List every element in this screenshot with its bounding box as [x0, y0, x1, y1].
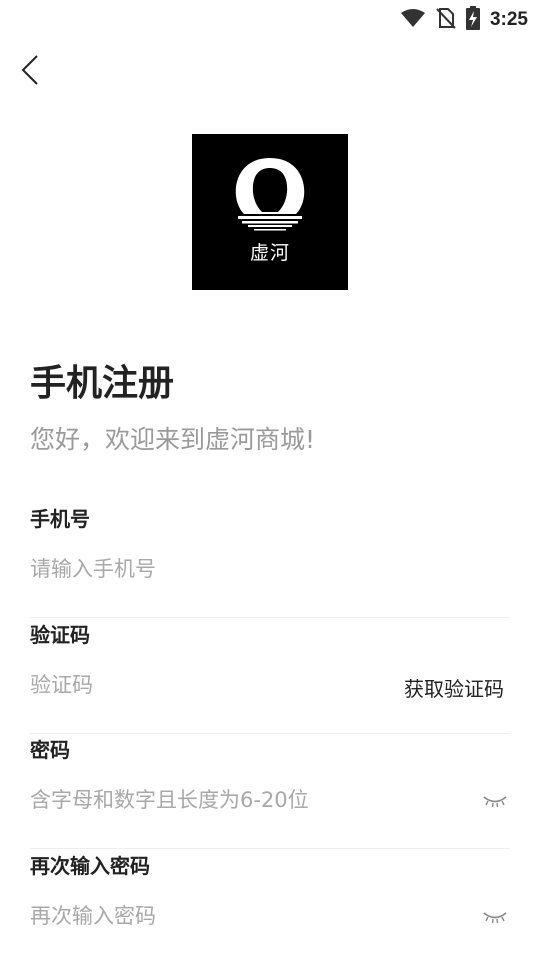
password-visibility-toggle[interactable] — [482, 792, 508, 812]
no-sim-icon — [436, 7, 456, 33]
code-field: 验证码 获取验证码 — [30, 619, 510, 734]
status-time: 3:25 — [489, 9, 528, 30]
confirm-password-visibility-toggle[interactable] — [482, 908, 508, 928]
eye-closed-icon — [483, 909, 507, 928]
confirm-password-label: 再次输入密码 — [30, 854, 150, 878]
confirm-password-input[interactable] — [30, 896, 410, 936]
confirm-password-field: 再次输入密码 — [30, 850, 510, 960]
phone-label: 手机号 — [30, 507, 90, 531]
code-input[interactable] — [30, 665, 350, 705]
back-button[interactable] — [14, 54, 46, 90]
password-field: 密码 — [30, 734, 510, 849]
status-bar: 3:25 — [0, 0, 540, 36]
logo-text: 虚河 — [249, 242, 290, 264]
password-input[interactable] — [30, 780, 410, 820]
phone-input[interactable] — [30, 549, 410, 589]
code-label: 验证码 — [30, 623, 90, 647]
wifi-icon — [400, 8, 426, 32]
battery-charging-icon — [465, 6, 480, 34]
get-code-button[interactable]: 获取验证码 — [404, 673, 504, 702]
brand-logo-icon — [192, 158, 348, 294]
password-label: 密码 — [30, 738, 70, 762]
brand-logo — [192, 134, 348, 290]
page-subtitle: 您好，欢迎来到虚河商城! — [30, 425, 316, 454]
chevron-left-icon — [21, 54, 39, 90]
phone-field: 手机号 — [30, 503, 510, 618]
eye-closed-icon — [483, 793, 507, 812]
page-title: 手机注册 — [30, 363, 175, 404]
status-icons: 3:25 — [400, 6, 528, 34]
